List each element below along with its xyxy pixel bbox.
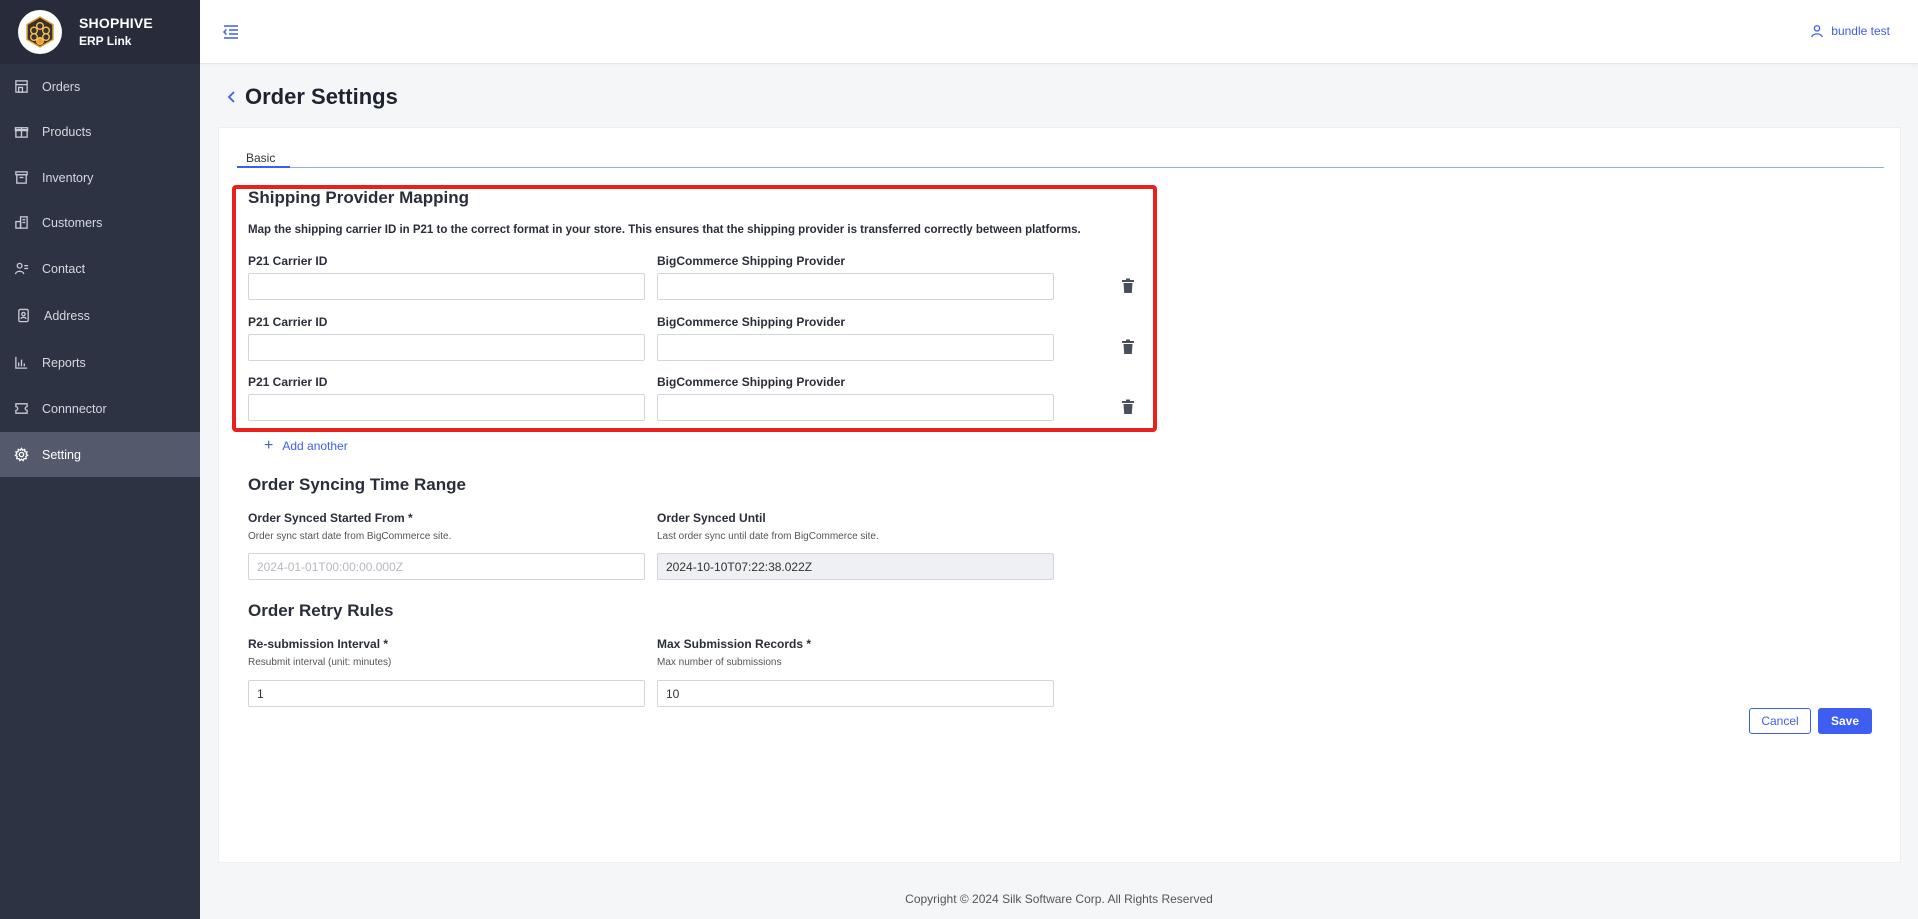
resubmission-interval-label: Re-submission Interval * <box>248 637 389 651</box>
add-another-label: Add another <box>282 439 348 453</box>
store-icon <box>13 79 29 95</box>
address-book-icon <box>15 308 31 324</box>
cancel-button[interactable]: Cancel <box>1749 708 1811 734</box>
tab-basic[interactable]: Basic <box>237 151 290 168</box>
sidebar-item-label: Reports <box>42 355 86 370</box>
sidebar-item-reports[interactable]: Reports <box>0 340 200 385</box>
user-menu[interactable]: bundle test <box>1810 24 1890 38</box>
synced-until-hint: Last order sync until date from BigComme… <box>657 531 879 542</box>
carrier-id-input[interactable] <box>248 334 645 361</box>
shipping-provider-input[interactable] <box>657 394 1054 421</box>
carrier-id-label: P21 Carrier ID <box>248 315 328 329</box>
carrier-id-label: P21 Carrier ID <box>248 254 328 268</box>
back-chevron-icon[interactable] <box>224 88 238 106</box>
carrier-id-input[interactable] <box>248 394 645 421</box>
brand-subtitle: ERP Link <box>79 34 132 48</box>
user-name: bundle test <box>1831 24 1890 38</box>
resubmission-interval-input[interactable]: 1 <box>248 680 645 707</box>
shipping-provider-label: BigCommerce Shipping Provider <box>657 254 846 268</box>
sidebar-item-label: Products <box>42 124 92 139</box>
carrier-id-label: P21 Carrier ID <box>248 375 328 389</box>
trash-icon[interactable] <box>1121 399 1135 415</box>
hive-logo-icon <box>18 10 62 54</box>
footer-copyright: Copyright © 2024 Silk Software Corp. All… <box>905 892 1213 906</box>
sidebar-item-products[interactable]: Products <box>0 109 200 154</box>
shipping-section-title: Shipping Provider Mapping <box>248 188 469 207</box>
top-header: bundle test <box>200 0 1918 64</box>
page-title: Order Settings <box>245 84 398 109</box>
synced-from-label: Order Synced Started From * <box>248 511 413 525</box>
menu-toggle-icon[interactable] <box>222 24 240 40</box>
synced-until-label: Order Synced Until <box>657 511 766 525</box>
sidebar-item-setting[interactable]: Setting <box>0 432 200 477</box>
brand: SHOPHIVE ERP Link <box>0 0 200 64</box>
sidebar-item-contact[interactable]: Contact <box>0 246 200 291</box>
retry-section-title: Order Retry Rules <box>248 601 394 620</box>
archive-icon <box>13 170 29 186</box>
buildings-icon <box>13 215 29 231</box>
sidebar-item-inventory[interactable]: Inventory <box>0 155 200 200</box>
synced-until-input: 2024-10-10T07:22:38.022Z <box>657 553 1054 580</box>
save-button[interactable]: Save <box>1818 708 1872 734</box>
syncing-section-title: Order Syncing Time Range <box>248 475 466 494</box>
shipping-provider-label: BigCommerce Shipping Provider <box>657 375 846 389</box>
sidebar: SHOPHIVE ERP Link Orders Products Invent… <box>0 0 200 919</box>
max-submission-input[interactable]: 10 <box>657 680 1054 707</box>
ticket-icon <box>13 401 29 417</box>
sidebar-item-label: Connnector <box>42 401 107 416</box>
sidebar-item-label: Customers <box>42 215 103 230</box>
plus-icon: + <box>264 437 274 454</box>
gift-icon <box>13 124 29 140</box>
synced-from-hint: Order sync start date from BigCommerce s… <box>248 531 452 542</box>
max-submission-label: Max Submission Records * <box>657 637 812 651</box>
bar-chart-icon <box>13 355 29 371</box>
gear-icon <box>13 447 29 463</box>
carrier-id-input[interactable] <box>248 273 645 300</box>
shipping-provider-input[interactable] <box>657 334 1054 361</box>
sidebar-item-label: Inventory <box>42 170 94 185</box>
resubmission-interval-hint: Resubmit interval (unit: minutes) <box>248 657 392 668</box>
sidebar-item-customers[interactable]: Customers <box>0 200 200 245</box>
user-icon <box>1811 25 1824 38</box>
add-another-button[interactable]: + Add another <box>264 437 348 454</box>
sidebar-item-label: Contact <box>42 261 86 276</box>
brand-name: SHOPHIVE <box>79 15 153 31</box>
sidebar-item-address[interactable]: Address <box>0 293 200 338</box>
sidebar-item-label: Address <box>44 308 90 323</box>
sidebar-item-connector[interactable]: Connnector <box>0 386 200 431</box>
shipping-provider-input[interactable] <box>657 273 1054 300</box>
shipping-description: Map the shipping carrier ID in P21 to th… <box>248 224 1081 236</box>
sidebar-item-orders[interactable]: Orders <box>0 64 200 109</box>
contact-icon <box>13 261 29 277</box>
synced-from-input[interactable]: 2024-01-01T00:00:00.000Z <box>248 553 645 580</box>
tab-bar: Basic <box>237 151 1884 168</box>
shipping-provider-label: BigCommerce Shipping Provider <box>657 315 846 329</box>
trash-icon[interactable] <box>1121 278 1135 294</box>
trash-icon[interactable] <box>1121 339 1135 355</box>
sidebar-item-label: Orders <box>42 79 81 94</box>
max-submission-hint: Max number of submissions <box>657 657 782 668</box>
sidebar-item-label: Setting <box>42 447 81 462</box>
